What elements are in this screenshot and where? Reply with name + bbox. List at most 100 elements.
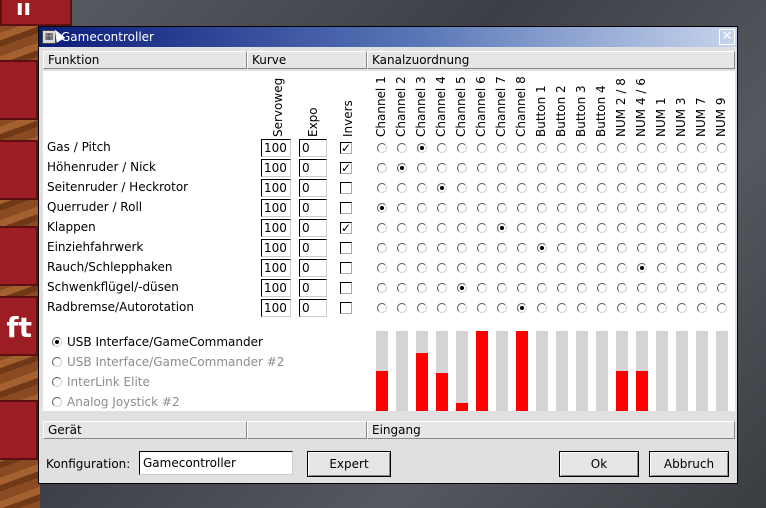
- channel-radio[interactable]: [477, 143, 487, 153]
- channel-radio[interactable]: [557, 203, 567, 213]
- invers-checkbox[interactable]: [340, 202, 352, 214]
- channel-radio[interactable]: [617, 223, 627, 233]
- channel-radio[interactable]: [417, 183, 427, 193]
- channel-radio[interactable]: [537, 243, 547, 253]
- channel-radio[interactable]: [677, 283, 687, 293]
- channel-radio[interactable]: [577, 183, 587, 193]
- channel-radio[interactable]: [517, 203, 527, 213]
- invers-checkbox[interactable]: ✓: [340, 142, 352, 154]
- channel-radio[interactable]: [497, 223, 507, 233]
- channel-radio[interactable]: [717, 283, 727, 293]
- channel-radio[interactable]: [397, 183, 407, 193]
- channel-radio[interactable]: [637, 223, 647, 233]
- channel-radio[interactable]: [697, 203, 707, 213]
- device-radio[interactable]: [52, 357, 62, 367]
- channel-radio[interactable]: [617, 303, 627, 313]
- channel-radio[interactable]: [457, 143, 467, 153]
- servoweg-input[interactable]: 100: [261, 259, 291, 277]
- channel-radio[interactable]: [697, 143, 707, 153]
- channel-radio[interactable]: [697, 263, 707, 273]
- channel-radio[interactable]: [397, 243, 407, 253]
- channel-radio[interactable]: [697, 243, 707, 253]
- channel-radio[interactable]: [457, 163, 467, 173]
- channel-radio[interactable]: [537, 183, 547, 193]
- channel-radio[interactable]: [637, 263, 647, 273]
- channel-radio[interactable]: [497, 183, 507, 193]
- channel-radio[interactable]: [617, 143, 627, 153]
- servoweg-input[interactable]: 100: [261, 299, 291, 317]
- channel-radio[interactable]: [457, 283, 467, 293]
- title-bar[interactable]: ▦ Gamecontroller ✕: [39, 27, 737, 47]
- channel-radio[interactable]: [717, 243, 727, 253]
- channel-radio[interactable]: [657, 303, 667, 313]
- ok-button[interactable]: Ok: [559, 451, 639, 477]
- channel-radio[interactable]: [517, 243, 527, 253]
- expo-input[interactable]: 0: [299, 219, 327, 237]
- channel-radio[interactable]: [597, 243, 607, 253]
- channel-radio[interactable]: [477, 283, 487, 293]
- channel-radio[interactable]: [377, 183, 387, 193]
- channel-radio[interactable]: [637, 143, 647, 153]
- channel-radio[interactable]: [537, 283, 547, 293]
- expo-input[interactable]: 0: [299, 139, 327, 157]
- device-radio[interactable]: [52, 397, 62, 407]
- channel-radio[interactable]: [657, 143, 667, 153]
- expo-input[interactable]: 0: [299, 179, 327, 197]
- channel-radio[interactable]: [597, 203, 607, 213]
- channel-radio[interactable]: [637, 163, 647, 173]
- channel-radio[interactable]: [697, 163, 707, 173]
- channel-radio[interactable]: [397, 283, 407, 293]
- channel-radio[interactable]: [617, 183, 627, 193]
- channel-radio[interactable]: [417, 163, 427, 173]
- servoweg-input[interactable]: 100: [261, 239, 291, 257]
- channel-radio[interactable]: [537, 203, 547, 213]
- channel-radio[interactable]: [497, 283, 507, 293]
- channel-radio[interactable]: [617, 283, 627, 293]
- device-radio[interactable]: [52, 377, 62, 387]
- channel-radio[interactable]: [557, 303, 567, 313]
- channel-radio[interactable]: [597, 223, 607, 233]
- channel-radio[interactable]: [697, 283, 707, 293]
- servoweg-input[interactable]: 100: [261, 199, 291, 217]
- channel-radio[interactable]: [477, 243, 487, 253]
- channel-radio[interactable]: [597, 283, 607, 293]
- channel-radio[interactable]: [437, 143, 447, 153]
- channel-radio[interactable]: [497, 203, 507, 213]
- channel-radio[interactable]: [437, 303, 447, 313]
- channel-radio[interactable]: [617, 163, 627, 173]
- channel-radio[interactable]: [617, 203, 627, 213]
- channel-radio[interactable]: [437, 223, 447, 233]
- channel-radio[interactable]: [637, 303, 647, 313]
- channel-radio[interactable]: [377, 303, 387, 313]
- channel-radio[interactable]: [537, 143, 547, 153]
- channel-radio[interactable]: [717, 163, 727, 173]
- channel-radio[interactable]: [597, 263, 607, 273]
- channel-radio[interactable]: [377, 243, 387, 253]
- channel-radio[interactable]: [417, 243, 427, 253]
- servoweg-input[interactable]: 100: [261, 179, 291, 197]
- channel-radio[interactable]: [677, 303, 687, 313]
- channel-radio[interactable]: [577, 163, 587, 173]
- channel-radio[interactable]: [657, 203, 667, 213]
- channel-radio[interactable]: [417, 263, 427, 273]
- servoweg-input[interactable]: 100: [261, 139, 291, 157]
- channel-radio[interactable]: [397, 263, 407, 273]
- channel-radio[interactable]: [457, 303, 467, 313]
- channel-radio[interactable]: [517, 303, 527, 313]
- channel-radio[interactable]: [417, 303, 427, 313]
- channel-radio[interactable]: [397, 223, 407, 233]
- channel-radio[interactable]: [717, 183, 727, 193]
- channel-radio[interactable]: [437, 243, 447, 253]
- close-icon[interactable]: ✕: [719, 29, 735, 45]
- channel-radio[interactable]: [437, 203, 447, 213]
- expo-input[interactable]: 0: [299, 279, 327, 297]
- channel-radio[interactable]: [377, 163, 387, 173]
- invers-checkbox[interactable]: ✓: [340, 162, 352, 174]
- channel-radio[interactable]: [517, 223, 527, 233]
- channel-radio[interactable]: [637, 243, 647, 253]
- channel-radio[interactable]: [557, 283, 567, 293]
- channel-radio[interactable]: [617, 263, 627, 273]
- channel-radio[interactable]: [577, 223, 587, 233]
- channel-radio[interactable]: [657, 163, 667, 173]
- channel-radio[interactable]: [677, 143, 687, 153]
